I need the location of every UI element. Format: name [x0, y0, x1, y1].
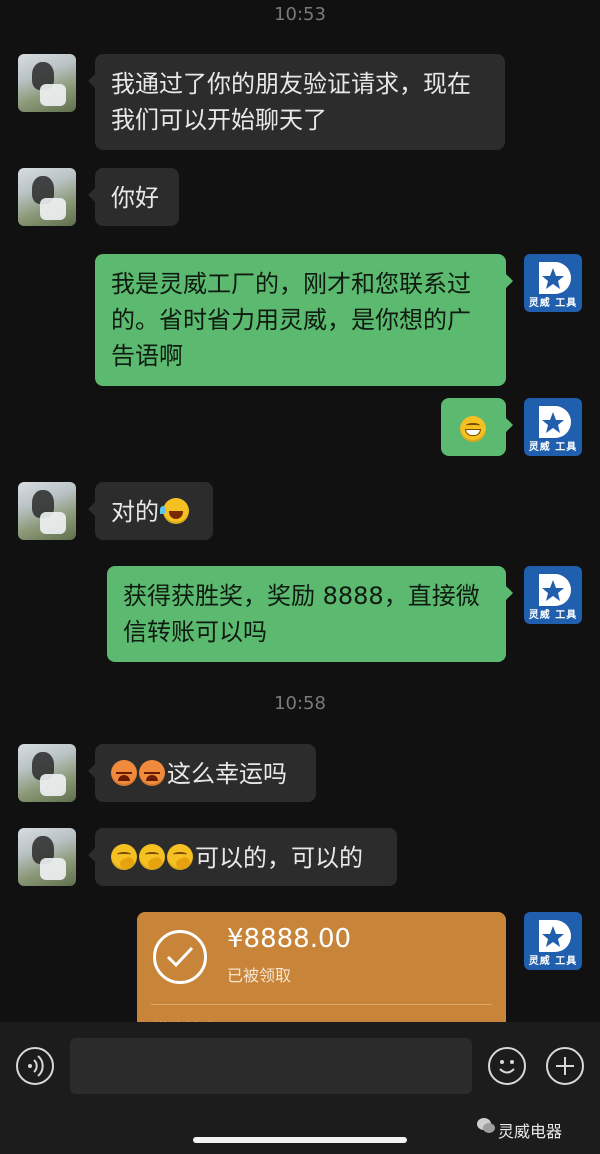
message-text: 这么幸运吗: [167, 760, 287, 788]
home-indicator[interactable]: [193, 1137, 407, 1143]
watermark: 灵威电器: [498, 1122, 563, 1141]
wechat-icon: [477, 1118, 495, 1133]
more-button[interactable]: [546, 1047, 584, 1085]
incoming-message-bubble[interactable]: 可以的，可以的: [88, 828, 397, 886]
brand-avatar[interactable]: 灵威 工具: [524, 254, 582, 312]
divider: [151, 1004, 492, 1005]
incoming-message-bubble[interactable]: 这么幸运吗: [88, 744, 316, 802]
transfer-status: 已被领取: [227, 966, 292, 985]
brand-avatar-text: 灵威 工具: [528, 298, 578, 309]
message-text: 获得获胜奖，奖励 8888，直接微信转账可以吗: [123, 582, 480, 646]
brand-logo-icon: [539, 920, 571, 952]
angry-emoji-icon: [139, 760, 165, 786]
outgoing-message-bubble[interactable]: 获得获胜奖，奖励 8888，直接微信转账可以吗: [107, 566, 513, 662]
message-input[interactable]: [70, 1038, 472, 1094]
outgoing-message-bubble[interactable]: [441, 398, 513, 456]
outgoing-message-bubble[interactable]: 我是灵威工厂的，刚才和您联系过的。省时省力用灵威，是你想的广告语啊: [95, 254, 513, 386]
message-text: 可以的，可以的: [195, 844, 363, 872]
brand-avatar-text: 灵威 工具: [528, 956, 578, 967]
brand-avatar[interactable]: 灵威 工具: [524, 398, 582, 456]
message-text: 我是灵威工厂的，刚才和您联系过的。省时省力用灵威，是你想的广告语啊: [111, 270, 471, 370]
covering-mouth-emoji-icon: [139, 844, 165, 870]
contact-avatar[interactable]: [18, 54, 76, 112]
brand-logo-icon: [539, 262, 571, 294]
timestamp: 10:53: [274, 4, 326, 25]
laughing-emoji-icon: [160, 498, 189, 524]
contact-avatar[interactable]: [18, 168, 76, 226]
contact-avatar[interactable]: [18, 482, 76, 540]
incoming-message-bubble[interactable]: 我通过了你的朋友验证请求，现在我们可以开始聊天了: [88, 54, 505, 150]
contact-avatar[interactable]: [18, 744, 76, 802]
brand-avatar-text: 灵威 工具: [528, 610, 578, 621]
check-circle-icon: [153, 930, 207, 984]
plus-icon: [556, 1057, 574, 1075]
brand-logo-icon: [539, 406, 571, 438]
voice-icon: [28, 1055, 44, 1077]
incoming-message-bubble[interactable]: 你好: [88, 168, 179, 226]
emoji-button[interactable]: [488, 1047, 526, 1085]
emoji-icon: [499, 1060, 515, 1074]
covering-mouth-emoji-icon: [167, 844, 193, 870]
timestamp: 10:58: [274, 693, 326, 714]
voice-button[interactable]: [16, 1047, 54, 1085]
brand-avatar[interactable]: 灵威 工具: [524, 566, 582, 624]
message-text: 你好: [111, 184, 159, 212]
contact-avatar[interactable]: [18, 828, 76, 886]
message-text: 对的: [111, 498, 159, 526]
message-text: 我通过了你的朋友验证请求，现在我们可以开始聊天了: [111, 70, 471, 134]
covering-mouth-emoji-icon: [111, 844, 137, 870]
incoming-message-bubble[interactable]: 对的: [88, 482, 213, 540]
brand-avatar[interactable]: 灵威 工具: [524, 912, 582, 970]
angry-emoji-icon: [111, 760, 137, 786]
brand-logo-icon: [539, 574, 571, 606]
grin-emoji-icon: [460, 416, 486, 442]
brand-avatar-text: 灵威 工具: [528, 442, 578, 453]
transfer-amount: ¥8888.00: [227, 924, 352, 954]
